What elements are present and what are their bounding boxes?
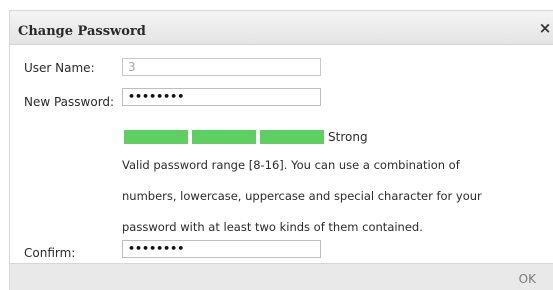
close-icon[interactable]: ×: [538, 21, 552, 36]
change-password-dialog: Change Password × User Name: New Passwor…: [9, 10, 553, 290]
new-password-label: New Password:: [24, 95, 115, 109]
new-password-field[interactable]: ••••••••: [122, 88, 321, 106]
dialog-title: Change Password: [18, 24, 146, 39]
password-hint-line-1: Valid password range [8-16]. You can use…: [122, 158, 460, 172]
strength-label: Strong: [328, 130, 368, 144]
dialog-titlebar: Change Password ×: [10, 11, 553, 45]
ok-button[interactable]: OK: [519, 272, 536, 286]
strength-segment-2: [192, 130, 256, 144]
confirm-label: Confirm:: [24, 246, 76, 260]
strength-segment-3: [260, 130, 324, 144]
username-field[interactable]: [122, 58, 321, 76]
password-hint-line-3: password with at least two kinds of them…: [122, 220, 423, 234]
strength-segment-1: [124, 130, 188, 144]
confirm-password-field[interactable]: ••••••••: [122, 240, 321, 258]
username-label: User Name:: [24, 61, 95, 75]
dialog-footer: OK: [10, 263, 553, 290]
password-hint-line-2: numbers, lowercase, uppercase and specia…: [122, 189, 482, 203]
